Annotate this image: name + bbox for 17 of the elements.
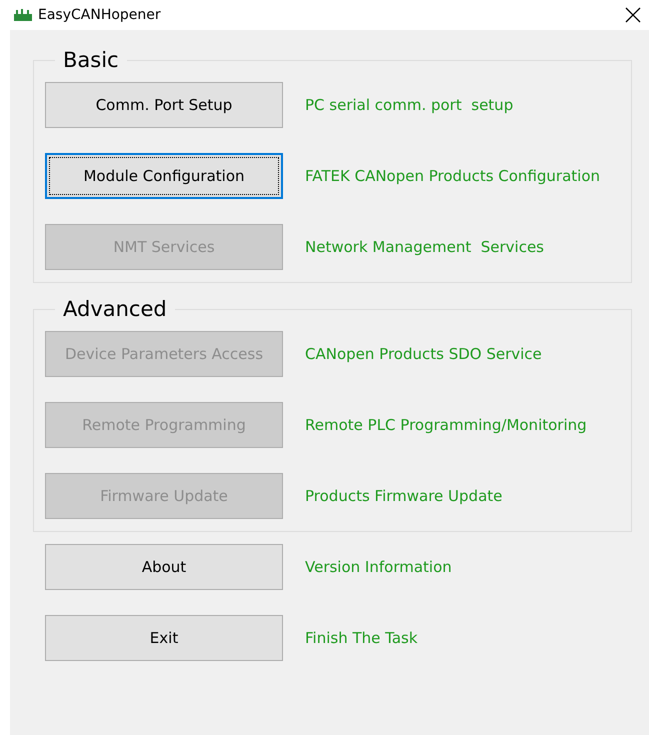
app-logo-icon xyxy=(14,9,32,21)
description-label: Version Information xyxy=(305,558,452,576)
action-button[interactable]: Exit xyxy=(45,615,283,661)
action-button[interactable]: About xyxy=(45,544,283,590)
action-button[interactable]: Module Configuration xyxy=(45,153,283,199)
group-title: Advanced xyxy=(62,297,168,321)
description-label: Network Management Services xyxy=(305,238,544,256)
description-label: Products Firmware Update xyxy=(305,487,502,505)
window-title: EasyCANHopener xyxy=(38,7,162,23)
description-label: CANopen Products SDO Service xyxy=(305,345,542,363)
action-button[interactable]: Comm. Port Setup xyxy=(45,82,283,128)
description-label: Remote PLC Programming/Monitoring xyxy=(305,416,587,434)
close-icon[interactable] xyxy=(625,7,641,23)
description-label: PC serial comm. port setup xyxy=(305,96,514,114)
group-title: Basic xyxy=(62,48,120,72)
description-label: Finish The Task xyxy=(305,629,418,647)
description-label: FATEK CANopen Products Configuration xyxy=(305,167,600,185)
